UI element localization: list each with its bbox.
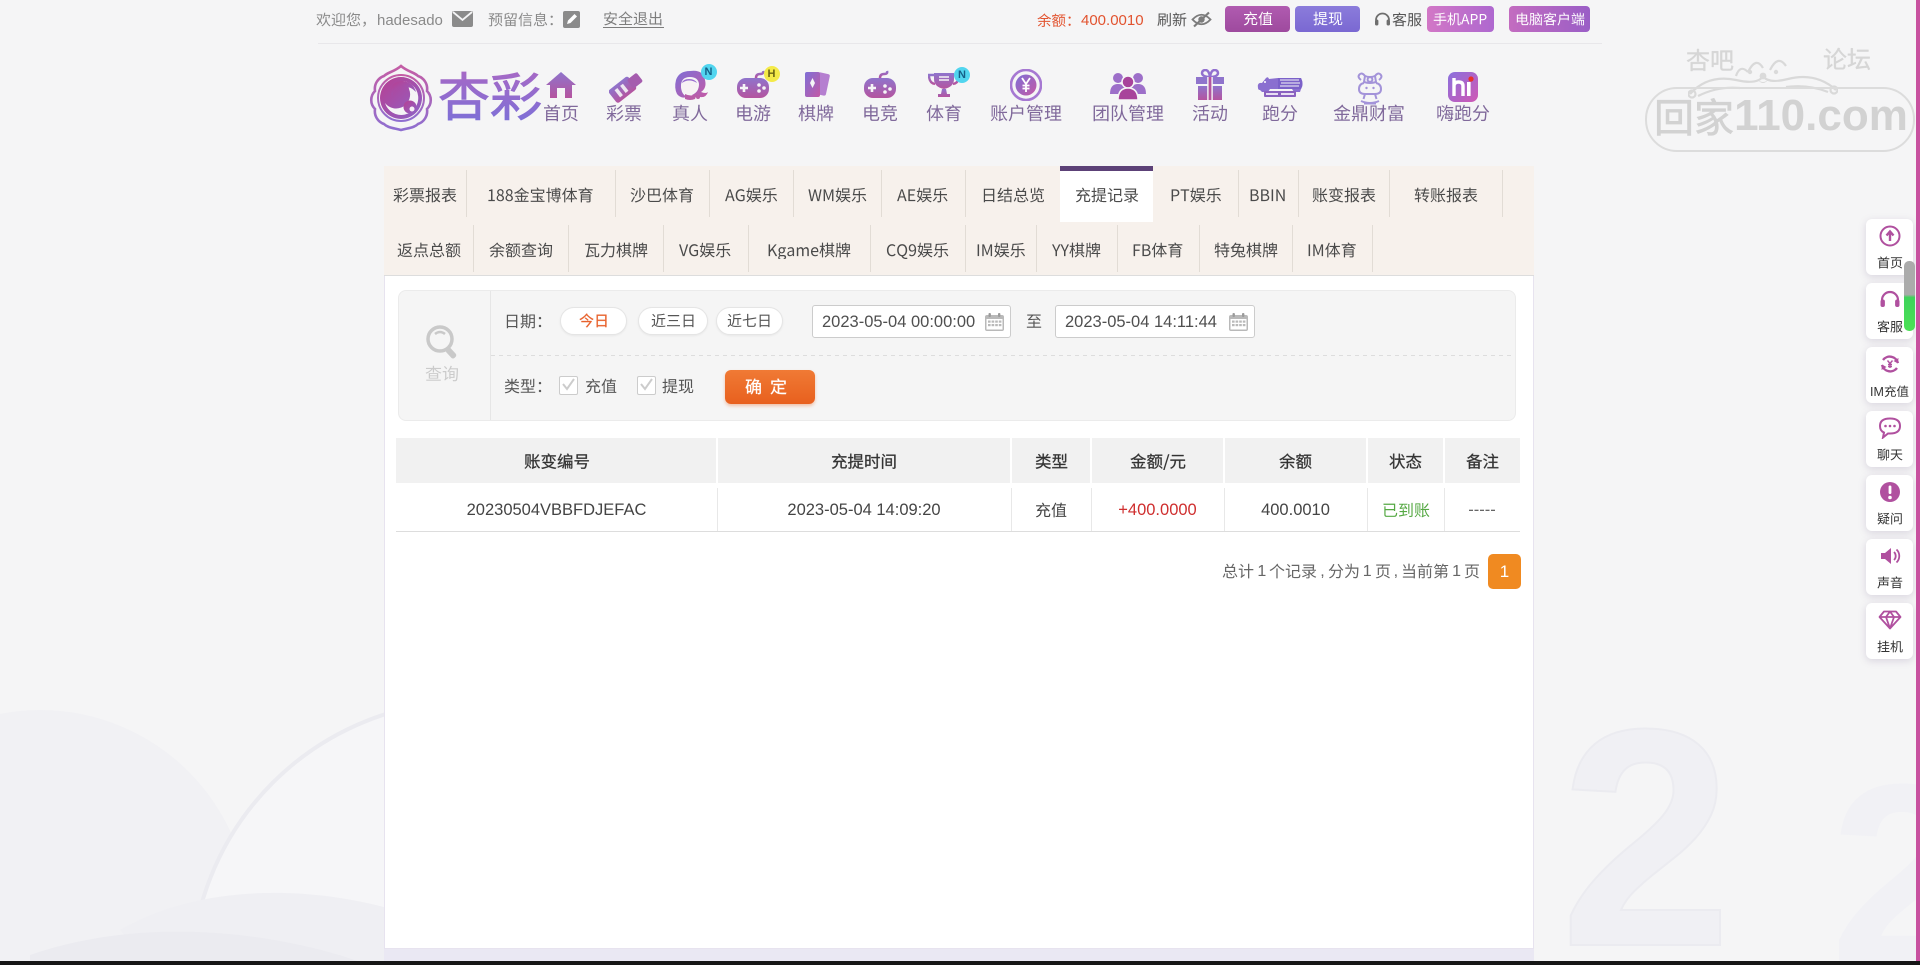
svg-text:2: 2 — [1830, 731, 1916, 965]
svg-text:2: 2 — [1560, 664, 1732, 965]
